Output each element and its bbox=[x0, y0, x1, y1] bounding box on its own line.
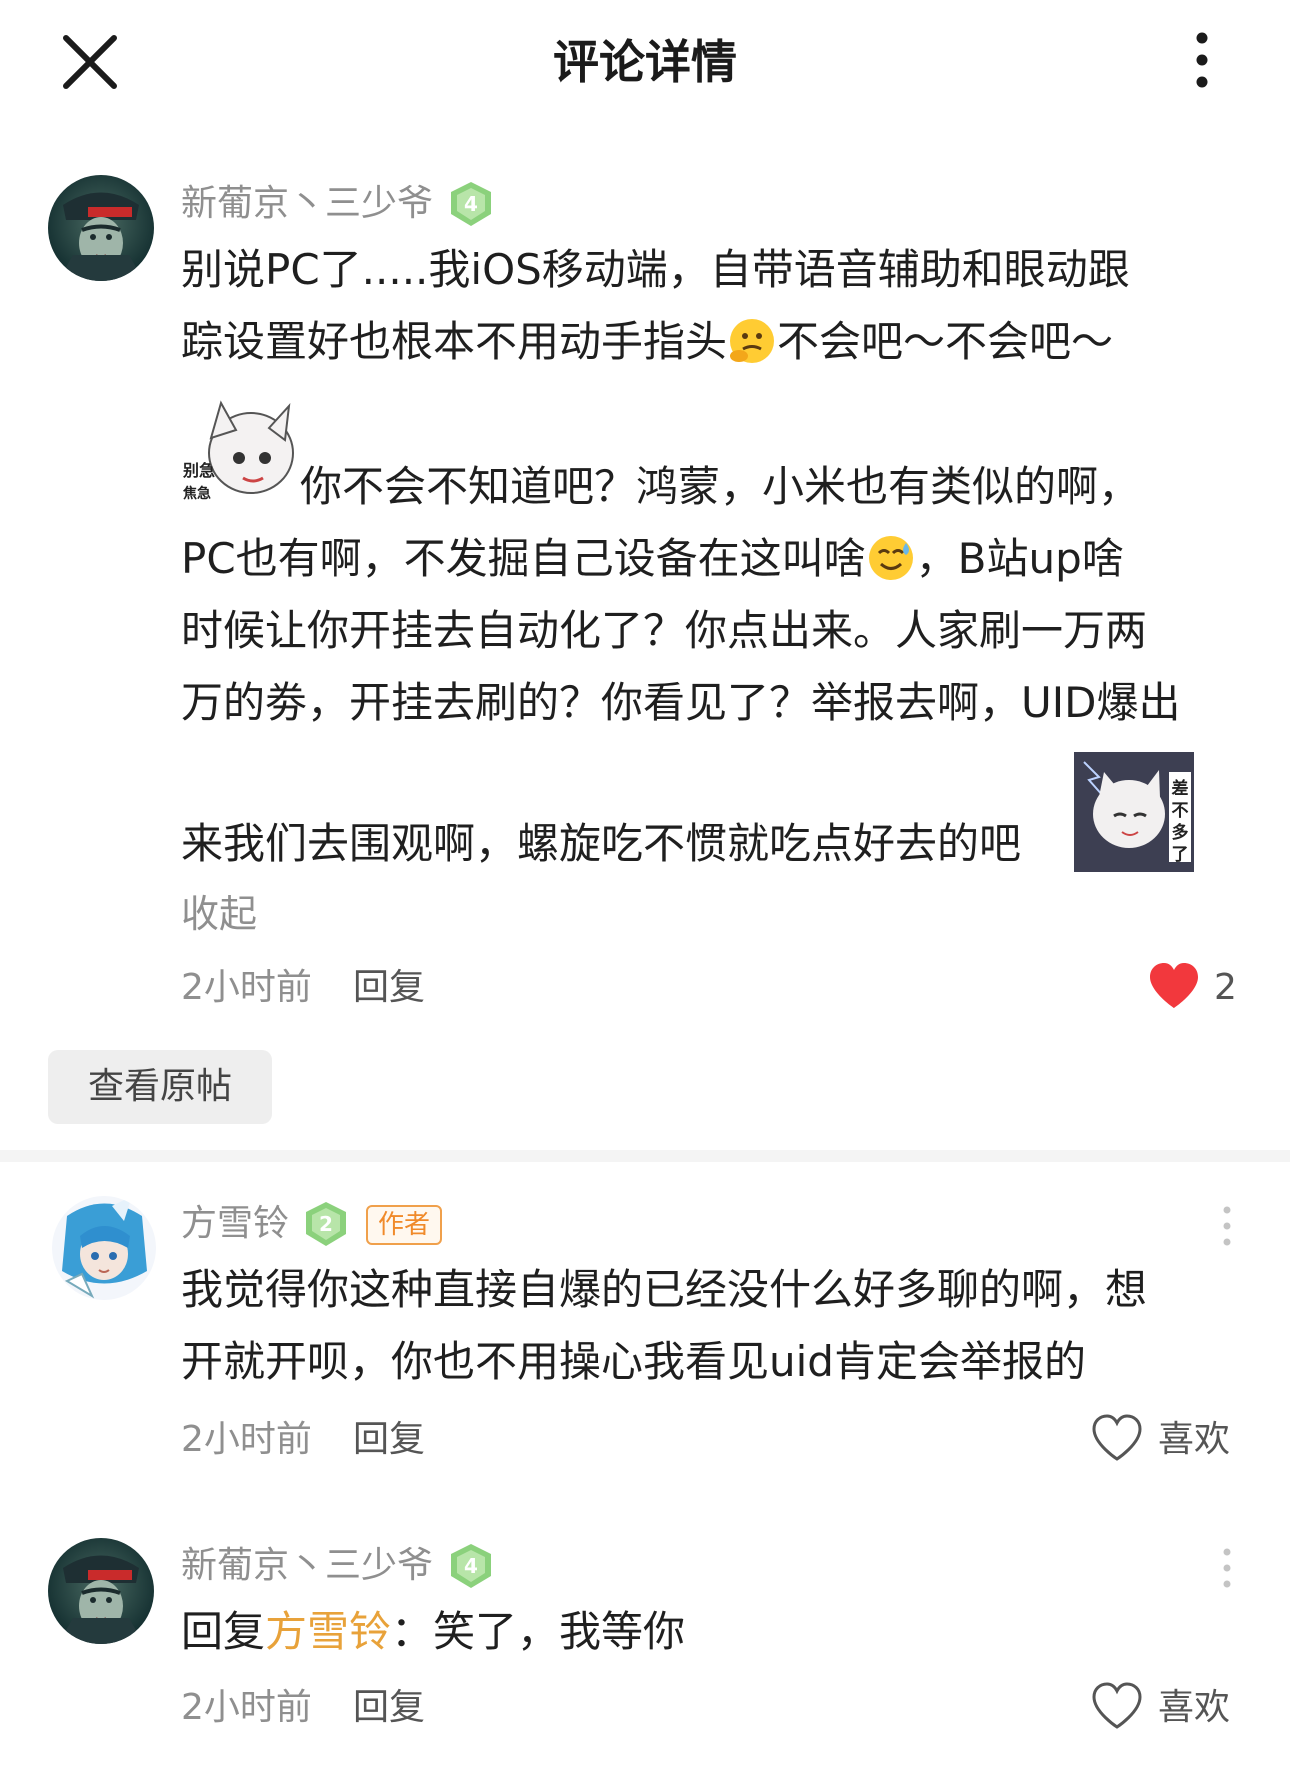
level-badge-icon: 2 bbox=[300, 1200, 352, 1248]
like-button[interactable]: 2 bbox=[1148, 960, 1237, 1016]
username[interactable]: 方雪铃 bbox=[181, 1200, 289, 1248]
author-tag: 作者 bbox=[366, 1205, 443, 1245]
comment-text-line: 你不会不知道吧？鸿蒙，小米也有类似的啊， bbox=[300, 462, 1141, 511]
comment-text: 踪设置好也根本不用动手指头 bbox=[181, 317, 728, 366]
comment-text: ，B站up啥 bbox=[915, 534, 1124, 583]
like-label: 喜欢 bbox=[1158, 1419, 1231, 1460]
more-vertical-icon[interactable] bbox=[1212, 1544, 1242, 1592]
comment-text: ：笑了，我等你 bbox=[391, 1607, 686, 1656]
svg-text:差: 差 bbox=[1172, 778, 1189, 799]
username[interactable]: 新葡京丶三少爷 bbox=[181, 1542, 433, 1590]
heart-outline-icon bbox=[1090, 1681, 1144, 1735]
comment-text-line: 时候让你开挂去自动化了？你点出来。人家刷一万两 bbox=[181, 606, 1148, 655]
comment-text-line: PC也有啊，不发掘自己设备在这叫啥 ，B站up啥 bbox=[181, 527, 1124, 591]
comment-text: PC也有啊，不发掘自己设备在这叫啥 bbox=[181, 534, 866, 583]
like-button[interactable]: 喜欢 bbox=[1090, 1412, 1230, 1468]
svg-text:了: 了 bbox=[1172, 845, 1189, 865]
more-vertical-icon[interactable] bbox=[1212, 1202, 1242, 1250]
svg-text:焦急: 焦急 bbox=[182, 485, 211, 502]
sweat-smile-emoji-icon bbox=[866, 533, 916, 583]
top-bar: 评论详情 bbox=[0, 0, 1290, 125]
timestamp: 2小时前 bbox=[181, 967, 312, 1008]
avatar[interactable] bbox=[48, 175, 154, 281]
thinking-emoji-icon bbox=[727, 316, 777, 366]
like-label: 喜欢 bbox=[1158, 1687, 1231, 1728]
mention-link[interactable]: 方雪铃 bbox=[265, 1607, 391, 1656]
username[interactable]: 新葡京丶三少爷 bbox=[181, 180, 433, 228]
comment-text-line: 我觉得你这种直接自爆的已经没什么好多聊的啊，想 bbox=[181, 1265, 1148, 1314]
avatar[interactable] bbox=[48, 1538, 154, 1644]
level-number: 4 bbox=[464, 192, 478, 216]
more-vertical-icon[interactable] bbox=[1180, 28, 1224, 92]
page-title: 评论详情 bbox=[553, 35, 737, 89]
like-count: 2 bbox=[1214, 967, 1237, 1008]
comment-text: 不会吧～不会吧～ bbox=[777, 317, 1114, 366]
svg-text:多: 多 bbox=[1172, 822, 1189, 843]
reply-button[interactable]: 回复 bbox=[353, 962, 425, 1014]
section-divider bbox=[0, 1150, 1290, 1162]
reply-prefix: 回复 bbox=[181, 1607, 266, 1656]
view-original-post-button[interactable]: 查看原帖 bbox=[48, 1050, 272, 1124]
comment-text-line: 踪设置好也根本不用动手指头 不会吧～不会吧～ bbox=[181, 310, 1113, 374]
reply-button[interactable]: 回复 bbox=[353, 1414, 425, 1466]
level-badge-icon: 4 bbox=[445, 1542, 497, 1590]
level-number: 2 bbox=[319, 1212, 333, 1236]
collapse-link[interactable]: 收起 bbox=[181, 888, 257, 940]
svg-text:不: 不 bbox=[1172, 801, 1189, 821]
svg-text:别急: 别急 bbox=[182, 461, 215, 480]
comment-text-line: 开就开呗，你也不用操心我看见uid肯定会举报的 bbox=[181, 1337, 1086, 1386]
like-button[interactable]: 喜欢 bbox=[1090, 1680, 1230, 1736]
timestamp: 2小时前 bbox=[181, 1419, 312, 1460]
reply-button[interactable]: 回复 bbox=[353, 1682, 425, 1734]
timestamp: 2小时前 bbox=[181, 1687, 312, 1728]
avatar[interactable] bbox=[52, 1196, 156, 1300]
comment-text-line: 来我们去围观啊，螺旋吃不惯就吃点好去的吧 bbox=[181, 819, 1022, 868]
comment-text-line: 回复方雪铃：笑了，我等你 bbox=[181, 1600, 685, 1664]
sticker-image: 别急 焦急 bbox=[181, 398, 301, 518]
level-badge-icon: 4 bbox=[445, 180, 497, 228]
comment-text-line: 万的劵，开挂去刷的？你看见了？举报去啊，UID爆出 bbox=[181, 678, 1181, 727]
sticker-image: 差 不 多 了 bbox=[1074, 752, 1194, 872]
level-number: 4 bbox=[464, 1554, 478, 1578]
heart-filled-icon bbox=[1148, 962, 1200, 1014]
heart-outline-icon bbox=[1090, 1413, 1144, 1467]
comment-text-line: 别说PC了.....我iOS移动端，自带语音辅助和眼动跟 bbox=[181, 245, 1130, 294]
